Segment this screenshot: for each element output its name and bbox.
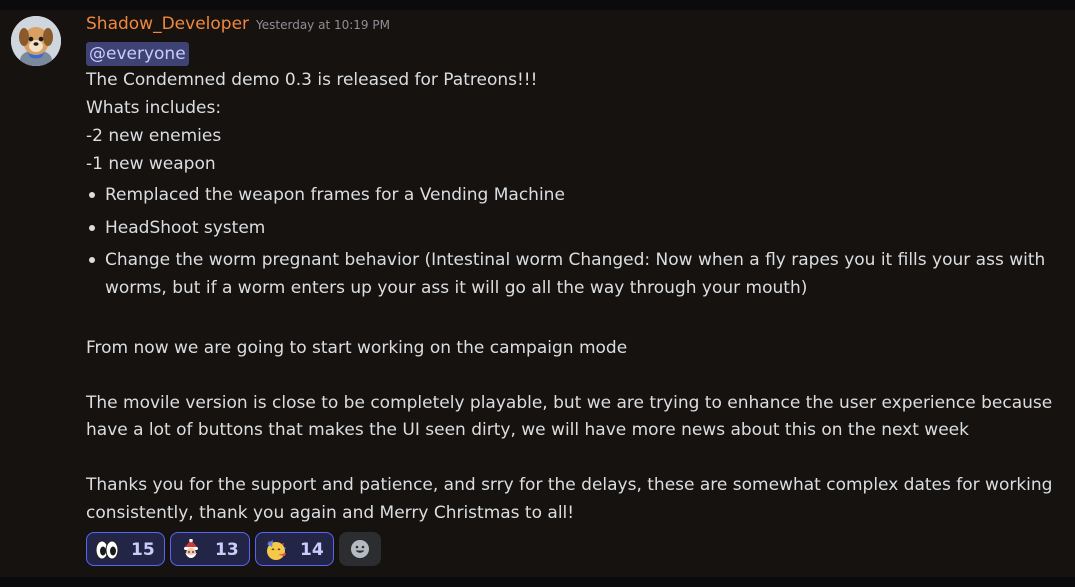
message-line: -2 new enemies (86, 126, 222, 146)
message-line: Whats includes: (86, 98, 222, 118)
reaction-count: 13 (215, 540, 239, 560)
reaction-count: 15 (131, 540, 155, 560)
everyone-mention[interactable]: @everyone (86, 42, 189, 66)
message-paragraph: Thanks you for the support and patience,… (86, 475, 1053, 495)
message-header: Shadow_Developer Yesterday at 10:19 PM (86, 14, 390, 36)
message-paragraph: have a lot of buttons that makes the UI … (86, 420, 969, 440)
reaction-santa[interactable]: 13 (170, 532, 250, 566)
santa-emoji-icon (184, 539, 198, 558)
bullet-marker (89, 225, 95, 231)
chat-message: Shadow_Developer Yesterday at 10:19 PM @e… (0, 10, 1075, 577)
message-line: The Condemned demo 0.3 is released for P… (86, 70, 538, 90)
message-paragraph: From now we are going to start working o… (86, 338, 628, 358)
message-paragraph: consistently, thank you again and Merry … (86, 503, 575, 523)
add-reaction-smile-icon (351, 540, 369, 558)
bullet-marker (89, 192, 95, 198)
bullet-item-continuation: worms, but if a worm enters up your ass … (105, 278, 808, 298)
bullet-item: Change the worm pregnant behavior (Intes… (105, 250, 1046, 270)
bullet-item: HeadShoot system (105, 218, 266, 238)
bullet-marker (89, 257, 95, 263)
reaction-party-face[interactable]: 14 (255, 532, 334, 566)
message-timestamp[interactable]: Yesterday at 10:19 PM (256, 18, 390, 32)
party-face-emoji-icon (267, 540, 286, 560)
user-avatar[interactable] (11, 16, 61, 66)
add-reaction-button[interactable] (339, 532, 381, 566)
message-paragraph: The movile version is close to be comple… (86, 393, 1053, 413)
message-line: -1 new weapon (86, 154, 216, 174)
reaction-eyes[interactable]: 15 (86, 532, 165, 566)
eyes-emoji-icon (95, 540, 119, 560)
dog-avatar-icon (11, 16, 61, 66)
username[interactable]: Shadow_Developer (86, 14, 249, 34)
bullet-item: Remplaced the weapon frames for a Vendin… (105, 185, 565, 205)
reaction-count: 14 (300, 540, 324, 560)
